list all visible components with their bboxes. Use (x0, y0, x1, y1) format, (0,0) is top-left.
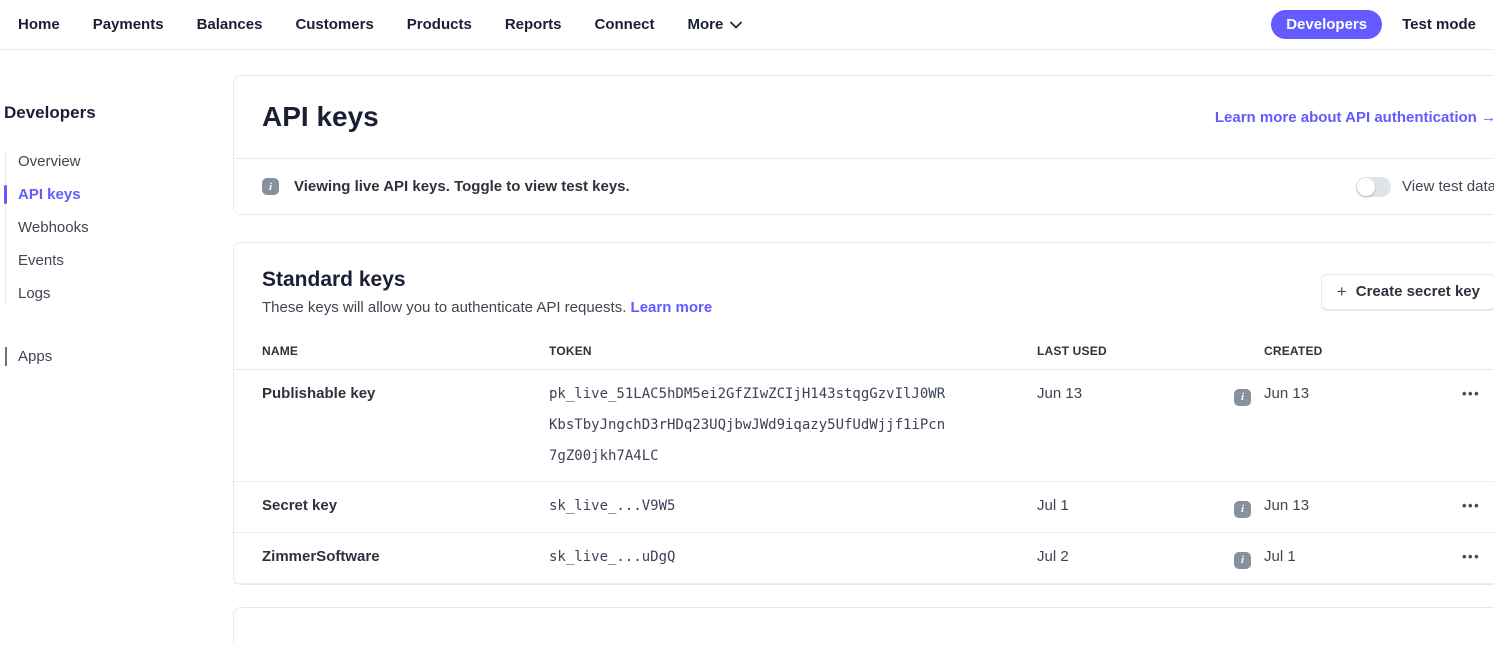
column-header-name: NAME (262, 333, 549, 369)
sidebar-item-webhooks[interactable]: Webhooks (4, 211, 233, 244)
column-header-created: CREATED (1264, 333, 1462, 369)
live-keys-banner: i Viewing live API keys. Toggle to view … (234, 158, 1494, 214)
standard-keys-titles: Standard keys These keys will allow you … (262, 268, 712, 316)
key-last-used: Jul 2 (1037, 533, 1234, 581)
standard-keys-header: Standard keys These keys will allow you … (234, 243, 1494, 316)
plus-icon: + (1337, 283, 1347, 301)
row-overflow-menu-button[interactable]: ••• (1462, 533, 1494, 581)
info-icon[interactable]: i (1234, 501, 1251, 518)
developers-button[interactable]: Developers (1271, 10, 1382, 39)
create-secret-key-button[interactable]: + Create secret key (1321, 274, 1494, 310)
column-header-token: TOKEN (549, 333, 1037, 369)
sidebar-apps-section: Apps (4, 340, 233, 373)
table-row: Secret key sk_live_...V9W5 Jul 1 i Jun 1… (234, 482, 1494, 533)
sidebar-item-events[interactable]: Events (4, 244, 233, 277)
nav-item-products[interactable]: Products (407, 16, 472, 33)
view-test-data-label: View test data (1402, 178, 1494, 195)
created-info-wrap: i (1234, 482, 1264, 532)
learn-more-authentication-link[interactable]: Learn more about API authentication → (1215, 109, 1494, 126)
table-row: Publishable key pk_live_51LAC5hDM5ei2GfZ… (234, 370, 1494, 482)
sidebar-item-apps[interactable]: Apps (4, 340, 233, 373)
nav-item-balances[interactable]: Balances (197, 16, 263, 33)
key-token[interactable]: sk_live_...V9W5 (549, 482, 953, 531)
nav-item-home[interactable]: Home (18, 16, 60, 33)
key-created: Jun 13 (1264, 370, 1462, 418)
view-test-data-toggle[interactable] (1356, 177, 1391, 197)
table-header-row: NAME TOKEN LAST USED CREATED (234, 333, 1494, 370)
key-token[interactable]: pk_live_51LAC5hDM5ei2GfZIwZCIjH143stqgGz… (549, 370, 953, 481)
table-row: ZimmerSoftware sk_live_...uDgQ Jul 2 i J… (234, 533, 1494, 584)
main-content: API keys Learn more about API authentica… (233, 50, 1494, 647)
key-name: ZimmerSoftware (262, 533, 549, 581)
test-mode-label[interactable]: Test mode (1402, 16, 1476, 33)
nav-item-customers[interactable]: Customers (295, 16, 373, 33)
info-icon[interactable]: i (1234, 552, 1251, 569)
row-overflow-menu-button[interactable]: ••• (1462, 370, 1494, 418)
next-section-card (233, 607, 1494, 647)
column-header-last-used: LAST USED (1037, 333, 1234, 369)
column-header-actions (1462, 333, 1494, 355)
nav-item-reports[interactable]: Reports (505, 16, 562, 33)
key-last-used: Jul 1 (1037, 482, 1234, 530)
nav-right-group: Developers Test mode (1271, 10, 1476, 39)
banner-toggle-group: View test data (1356, 177, 1494, 197)
toggle-knob (1357, 178, 1375, 196)
developers-sidebar: Developers Overview API keys Webhooks Ev… (0, 50, 233, 373)
key-name: Secret key (262, 482, 549, 530)
top-navigation: Home Payments Balances Customers Product… (0, 0, 1494, 50)
sidebar-item-api-keys[interactable]: API keys (4, 178, 233, 211)
page-title: API keys (262, 101, 379, 133)
page-header-row: API keys Learn more about API authentica… (234, 76, 1494, 158)
info-icon[interactable]: i (262, 178, 279, 195)
sidebar-title: Developers (4, 103, 233, 123)
nav-item-connect[interactable]: Connect (595, 16, 655, 33)
created-info-wrap: i (1234, 370, 1264, 420)
standard-keys-title: Standard keys (262, 268, 712, 292)
sidebar-item-overview[interactable]: Overview (4, 145, 233, 178)
learn-more-link[interactable]: Learn more (631, 299, 713, 316)
banner-text: Viewing live API keys. Toggle to view te… (294, 178, 630, 195)
key-token[interactable]: sk_live_...uDgQ (549, 533, 953, 582)
sidebar-nav: Overview API keys Webhooks Events Logs (4, 145, 233, 310)
key-name: Publishable key (262, 370, 549, 418)
nav-item-more[interactable]: More (688, 16, 743, 33)
row-overflow-menu-button[interactable]: ••• (1462, 482, 1494, 530)
column-header-spacer (1234, 333, 1264, 355)
key-created: Jun 13 (1264, 482, 1462, 530)
standard-keys-description-text: These keys will allow you to authenticat… (262, 299, 626, 316)
api-keys-table: NAME TOKEN LAST USED CREATED Publishable… (234, 333, 1494, 584)
api-keys-header-card: API keys Learn more about API authentica… (233, 75, 1494, 215)
key-last-used: Jun 13 (1037, 370, 1234, 418)
standard-keys-description: These keys will allow you to authenticat… (262, 299, 712, 316)
nav-item-payments[interactable]: Payments (93, 16, 164, 33)
create-secret-key-label: Create secret key (1356, 283, 1480, 300)
sidebar-item-logs[interactable]: Logs (4, 277, 233, 310)
standard-keys-card: Standard keys These keys will allow you … (233, 242, 1494, 585)
info-icon[interactable]: i (1234, 389, 1251, 406)
key-created: Jul 1 (1264, 533, 1462, 581)
nav-more-label: More (688, 16, 724, 33)
created-info-wrap: i (1234, 533, 1264, 583)
chevron-down-icon (730, 16, 742, 33)
